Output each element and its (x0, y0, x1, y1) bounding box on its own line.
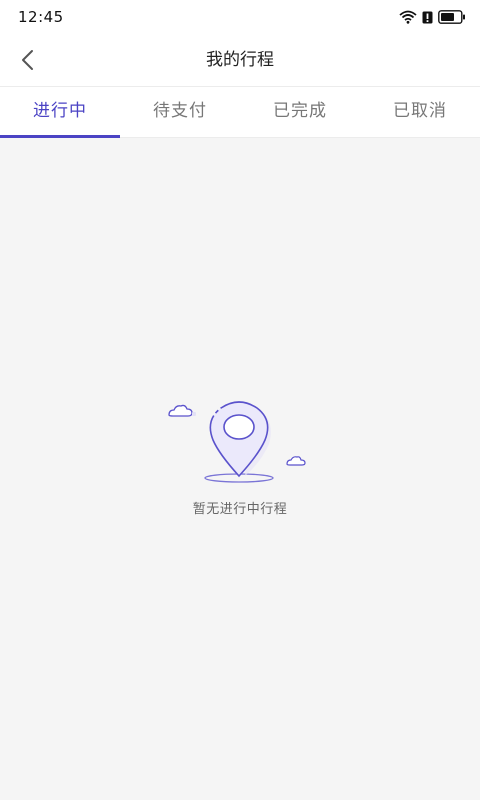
screen: 12:45 我的行程 进行中 待支付 已完成 已取消 暂无进行中行程 (0, 0, 480, 800)
status-time: 12:45 (18, 8, 64, 26)
chevron-left-icon (22, 50, 33, 70)
back-button[interactable] (10, 44, 44, 76)
trip-list-area[interactable]: 暂无进行中行程 (0, 138, 480, 800)
location-pin-icon (168, 401, 306, 483)
empty-state-message: 暂无进行中行程 (192, 502, 288, 517)
wifi-icon (399, 10, 417, 24)
tab-cancelled[interactable]: 已取消 (360, 87, 480, 137)
status-icons (399, 9, 466, 25)
page-title: 我的行程 (206, 50, 274, 70)
trip-tabs: 进行中 待支付 已完成 已取消 (0, 87, 480, 138)
header: 我的行程 (0, 34, 480, 87)
tab-completed[interactable]: 已完成 (240, 87, 360, 137)
empty-state: 暂无进行中行程 (140, 398, 340, 517)
tab-in-progress[interactable]: 进行中 (0, 87, 120, 138)
status-bar: 12:45 (0, 0, 480, 34)
battery-icon (438, 10, 465, 24)
tab-pending-payment[interactable]: 待支付 (120, 87, 240, 137)
alert-icon (422, 11, 433, 23)
